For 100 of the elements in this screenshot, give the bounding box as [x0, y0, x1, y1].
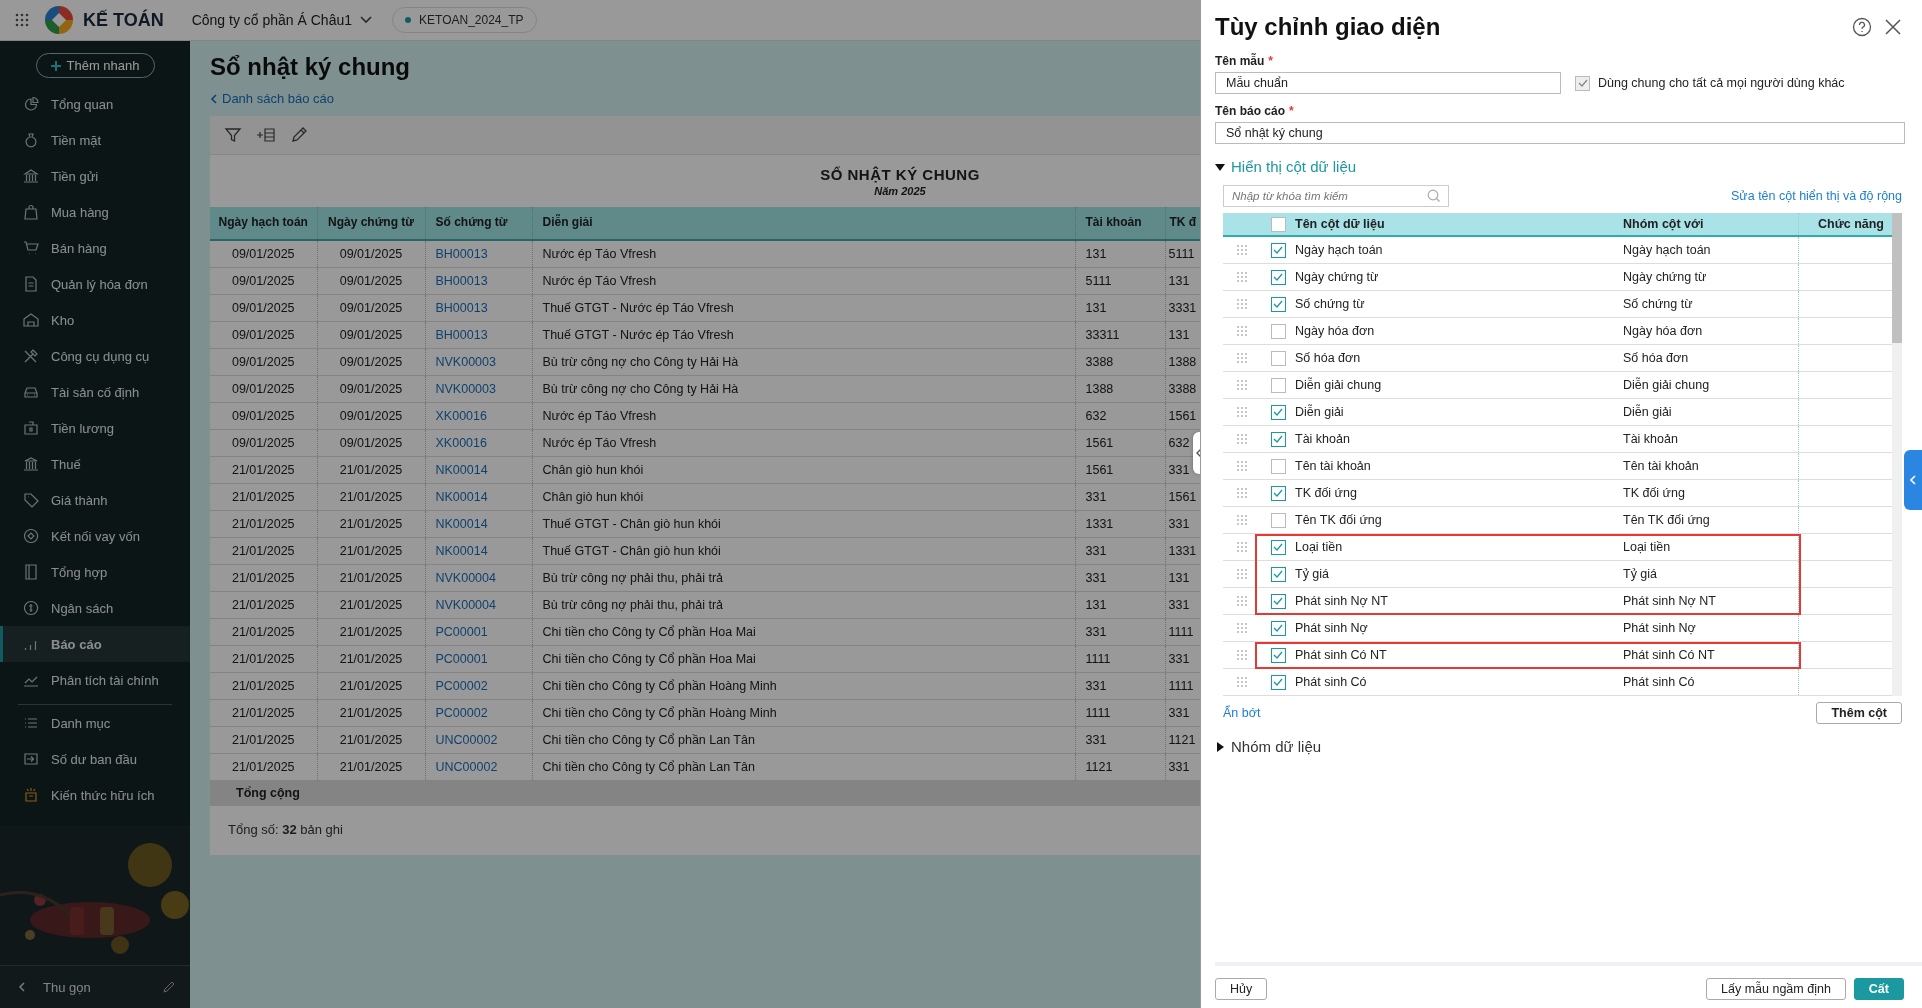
- share-checkbox[interactable]: [1575, 75, 1590, 91]
- sidebar-item[interactable]: Kiến thức hữu ích: [0, 777, 190, 813]
- column-checkbox[interactable]: [1270, 404, 1286, 420]
- pencil-icon[interactable]: [290, 126, 308, 144]
- column-checkbox[interactable]: [1270, 296, 1286, 312]
- show-less-link[interactable]: Ẩn bớt: [1223, 706, 1261, 720]
- voucher-link[interactable]: XK00016: [425, 402, 532, 430]
- sidebar-item[interactable]: Phân tích tài chính: [0, 662, 190, 698]
- voucher-link[interactable]: NK00014: [425, 483, 532, 511]
- voucher-link[interactable]: UNC00002: [425, 726, 532, 754]
- database-pill[interactable]: KETOAN_2024_TP: [392, 7, 537, 33]
- sidebar-item[interactable]: Kết nối vay vốn: [0, 518, 190, 554]
- drag-handle-icon[interactable]: [1237, 353, 1247, 363]
- voucher-link[interactable]: PC00001: [425, 645, 532, 673]
- drag-handle-icon[interactable]: [1237, 245, 1247, 255]
- edit-columns-link[interactable]: Sửa tên cột hiển thị và độ rộng: [1731, 189, 1902, 203]
- filter-icon[interactable]: [224, 126, 242, 144]
- drag-handle-icon[interactable]: [1237, 542, 1247, 552]
- apps-grid-icon[interactable]: [15, 13, 29, 27]
- sidebar-item[interactable]: Tiền gửi: [0, 158, 190, 194]
- drag-handle-icon[interactable]: [1237, 569, 1247, 579]
- drag-handle-icon[interactable]: [1237, 326, 1247, 336]
- close-icon[interactable]: [1884, 18, 1902, 36]
- search-field[interactable]: Nhập từ khóa tìm kiếm: [1223, 185, 1449, 207]
- column-checkbox[interactable]: [1270, 593, 1286, 609]
- side-expand-tab[interactable]: [1904, 450, 1922, 510]
- column-checkbox[interactable]: [1270, 539, 1286, 555]
- column-checkbox[interactable]: [1270, 323, 1286, 339]
- drag-handle-icon[interactable]: [1237, 623, 1247, 633]
- voucher-link[interactable]: XK00016: [425, 429, 532, 457]
- voucher-link[interactable]: PC00002: [425, 672, 532, 700]
- voucher-link[interactable]: NVK00003: [425, 375, 532, 403]
- column-checkbox[interactable]: [1270, 566, 1286, 582]
- voucher-link[interactable]: NK00014: [425, 456, 532, 484]
- template-name-field[interactable]: Mẫu chuẩn: [1215, 72, 1561, 94]
- voucher-link[interactable]: BH00013: [425, 294, 532, 322]
- drag-handle-icon[interactable]: [1237, 299, 1247, 309]
- collapse-bar[interactable]: Thu gọn: [0, 965, 190, 1008]
- column-checkbox[interactable]: [1270, 350, 1286, 366]
- voucher-link[interactable]: BH00013: [425, 321, 532, 349]
- drag-handle-icon[interactable]: [1237, 488, 1247, 498]
- drag-handle-icon[interactable]: [1237, 677, 1247, 687]
- sidebar-item[interactable]: Tiền lương: [0, 410, 190, 446]
- sidebar-item[interactable]: Công cụ dụng cụ: [0, 338, 190, 374]
- drag-handle-icon[interactable]: [1237, 407, 1247, 417]
- back-link[interactable]: Danh sách báo cáo: [210, 91, 335, 106]
- add-rows-icon[interactable]: [256, 126, 276, 144]
- select-all-checkbox[interactable]: [1270, 216, 1286, 232]
- pencil-icon[interactable]: [162, 980, 176, 994]
- voucher-link[interactable]: NVK00004: [425, 591, 532, 619]
- sidebar-item[interactable]: Danh mục: [0, 705, 190, 741]
- voucher-link[interactable]: NVK00003: [425, 348, 532, 376]
- voucher-link[interactable]: PC00002: [425, 699, 532, 727]
- save-button[interactable]: Cất: [1853, 978, 1904, 1000]
- drag-handle-icon[interactable]: [1237, 434, 1247, 444]
- sidebar-item[interactable]: Ngân sách: [0, 590, 190, 626]
- sidebar-item[interactable]: Thuế: [0, 446, 190, 482]
- column-checkbox[interactable]: [1270, 269, 1286, 285]
- drag-handle-icon[interactable]: [1237, 650, 1247, 660]
- sidebar-item[interactable]: Kho: [0, 302, 190, 338]
- voucher-link[interactable]: PC00001: [425, 618, 532, 646]
- voucher-link[interactable]: NVK00004: [425, 564, 532, 592]
- sidebar-item[interactable]: Báo cáo: [0, 626, 190, 662]
- column-checkbox[interactable]: [1270, 647, 1286, 663]
- sidebar-item[interactable]: Tổng hợp: [0, 554, 190, 590]
- column-checkbox[interactable]: [1270, 242, 1286, 258]
- sidebar-item[interactable]: Tổng quan: [0, 86, 190, 122]
- column-checkbox[interactable]: [1270, 512, 1286, 528]
- sidebar-item[interactable]: Số dư ban đầu: [0, 741, 190, 777]
- sidebar-item[interactable]: Mua hàng: [0, 194, 190, 230]
- voucher-link[interactable]: BH00013: [425, 267, 532, 295]
- column-checkbox[interactable]: [1270, 674, 1286, 690]
- default-template-button[interactable]: Lấy mẫu ngầm định: [1706, 978, 1846, 1000]
- drag-handle-icon[interactable]: [1237, 596, 1247, 606]
- drag-handle-icon[interactable]: [1237, 272, 1247, 282]
- column-checkbox[interactable]: [1270, 485, 1286, 501]
- drag-handle-icon[interactable]: [1237, 461, 1247, 471]
- voucher-link[interactable]: BH00013: [425, 240, 532, 268]
- voucher-link[interactable]: NK00014: [425, 510, 532, 538]
- company-selector[interactable]: Công ty cổ phần Á Châu1: [191, 12, 373, 28]
- voucher-link[interactable]: NK00014: [425, 537, 532, 565]
- voucher-link[interactable]: UNC00002: [425, 753, 532, 781]
- column-checkbox[interactable]: [1270, 458, 1286, 474]
- column-checkbox[interactable]: [1270, 620, 1286, 636]
- report-name-field[interactable]: Sổ nhật ký chung: [1215, 122, 1905, 144]
- sidebar-item[interactable]: Bán hàng: [0, 230, 190, 266]
- section-toggle[interactable]: Hiển thị cột dữ liệu: [1215, 158, 1922, 175]
- column-checkbox[interactable]: [1270, 377, 1286, 393]
- drag-handle-icon[interactable]: [1237, 380, 1247, 390]
- section-toggle[interactable]: Nhóm dữ liệu: [1215, 738, 1922, 755]
- scrollbar-thumb[interactable]: [1892, 213, 1902, 343]
- sidebar-item[interactable]: Quản lý hóa đơn: [0, 266, 190, 302]
- sidebar-item[interactable]: Tiền mặt: [0, 122, 190, 158]
- sidebar-item[interactable]: Giá thành: [0, 482, 190, 518]
- help-icon[interactable]: [1852, 17, 1872, 37]
- drag-handle-icon[interactable]: [1237, 515, 1247, 525]
- cancel-button[interactable]: Hủy: [1215, 978, 1268, 1000]
- add-column-button[interactable]: Thêm cột: [1816, 702, 1902, 724]
- sidebar-item[interactable]: Tài sản cố định: [0, 374, 190, 410]
- column-checkbox[interactable]: [1270, 431, 1286, 447]
